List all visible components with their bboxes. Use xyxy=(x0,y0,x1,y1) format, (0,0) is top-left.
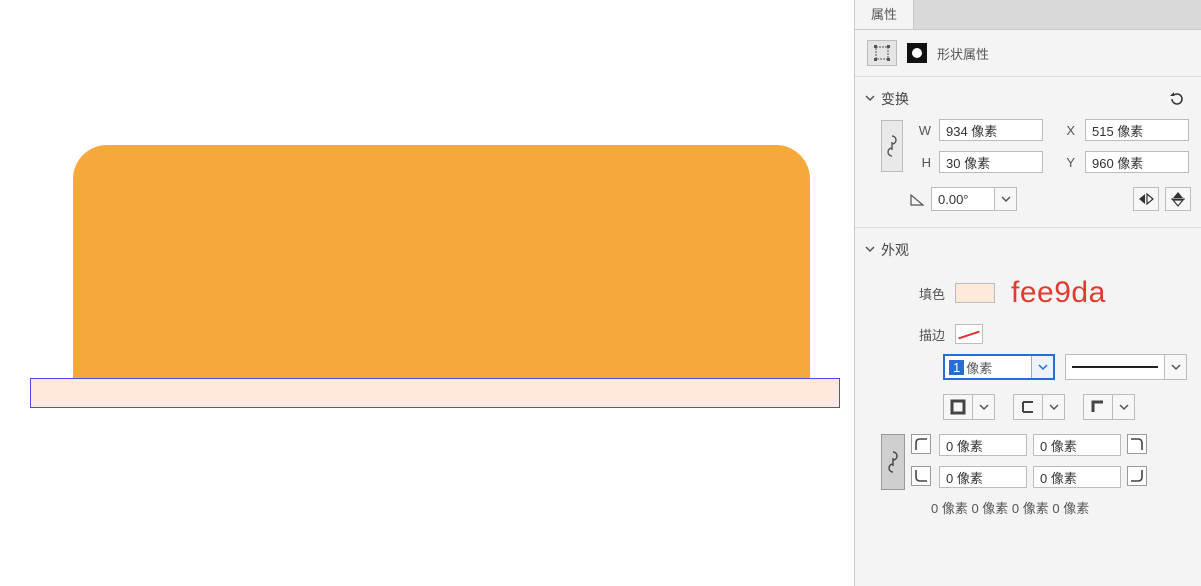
properties-panel: 属性 形状属性 变换 xyxy=(854,0,1201,586)
stroke-row: 描边 xyxy=(861,324,1191,344)
section-transform: 变换 W X H xyxy=(855,77,1201,228)
corner-tr-icon xyxy=(1127,434,1147,454)
reset-transform-icon[interactable] xyxy=(1167,90,1187,108)
x-label: X xyxy=(1047,123,1081,138)
height-input[interactable] xyxy=(939,151,1043,173)
fill-label: 填色 xyxy=(909,284,945,303)
link-corners-toggle[interactable] xyxy=(881,434,905,490)
fill-row: 填色 fee9da xyxy=(861,276,1191,310)
stroke-style-preview xyxy=(1066,355,1164,379)
flip-vertical-button[interactable] xyxy=(1165,187,1191,211)
dropdown-icon[interactable] xyxy=(1043,394,1065,420)
stroke-join-icon xyxy=(1083,394,1113,420)
width-input[interactable] xyxy=(939,119,1043,141)
rotation-dropdown-icon[interactable] xyxy=(994,188,1016,210)
chevron-down-icon xyxy=(865,244,875,254)
height-label: H xyxy=(913,155,935,170)
y-input[interactable] xyxy=(1085,151,1189,173)
stroke-cap-combo[interactable] xyxy=(1013,394,1065,420)
corner-bl-input[interactable] xyxy=(939,466,1027,488)
canvas-shape-selected-rect[interactable] xyxy=(30,378,840,408)
corner-tr-input[interactable] xyxy=(1033,434,1121,456)
dropdown-icon[interactable] xyxy=(973,394,995,420)
stroke-swatch[interactable] xyxy=(955,324,983,344)
canvas-shape-orange[interactable] xyxy=(73,145,810,378)
y-label: Y xyxy=(1047,155,1081,170)
stroke-style-combo[interactable] xyxy=(1065,354,1187,380)
stroke-style-dropdown-icon[interactable] xyxy=(1164,355,1186,379)
stroke-width-combo[interactable]: 1像素 xyxy=(943,354,1055,380)
corner-tl-input[interactable] xyxy=(939,434,1027,456)
corner-tl-icon xyxy=(911,434,931,454)
stroke-width-value[interactable]: 1像素 xyxy=(945,356,1031,378)
stroke-label: 描边 xyxy=(909,325,945,344)
corner-br-input[interactable] xyxy=(1033,466,1121,488)
stroke-cap-icon xyxy=(1013,394,1043,420)
corner-bl-icon xyxy=(911,466,931,486)
stroke-align-combo[interactable] xyxy=(943,394,995,420)
corner-summary: 0 像素 0 像素 0 像素 0 像素 xyxy=(861,490,1191,517)
rotation-input[interactable] xyxy=(932,188,994,210)
stroke-width-dropdown-icon[interactable] xyxy=(1031,356,1053,378)
fill-swatch[interactable] xyxy=(955,283,995,303)
corner-br-icon xyxy=(1127,466,1147,486)
rotation-combo[interactable] xyxy=(931,187,1017,211)
section-transform-title: 变换 xyxy=(881,89,909,109)
mask-icon xyxy=(907,43,927,63)
object-header: 形状属性 xyxy=(855,30,1201,77)
dropdown-icon[interactable] xyxy=(1113,394,1135,420)
shape-properties-label: 形状属性 xyxy=(937,44,989,63)
tab-properties[interactable]: 属性 xyxy=(855,0,914,29)
link-wh-toggle[interactable] xyxy=(881,120,903,172)
angle-icon xyxy=(909,191,925,207)
bounding-box-icon[interactable] xyxy=(867,40,897,66)
flip-horizontal-button[interactable] xyxy=(1133,187,1159,211)
stroke-align-icon xyxy=(943,394,973,420)
canvas-area[interactable] xyxy=(0,0,854,586)
chevron-down-icon xyxy=(865,93,875,103)
stroke-join-combo[interactable] xyxy=(1083,394,1135,420)
width-label: W xyxy=(913,123,935,138)
panel-tab-bar: 属性 xyxy=(855,0,1201,30)
section-appearance-title: 外观 xyxy=(881,240,909,260)
section-appearance: 外观 填色 fee9da 描边 1像素 xyxy=(855,228,1201,533)
x-input[interactable] xyxy=(1085,119,1189,141)
section-appearance-header[interactable]: 外观 xyxy=(861,238,1191,270)
section-transform-header[interactable]: 变换 xyxy=(861,87,1191,119)
fill-hex-annotation: fee9da xyxy=(1011,276,1106,310)
